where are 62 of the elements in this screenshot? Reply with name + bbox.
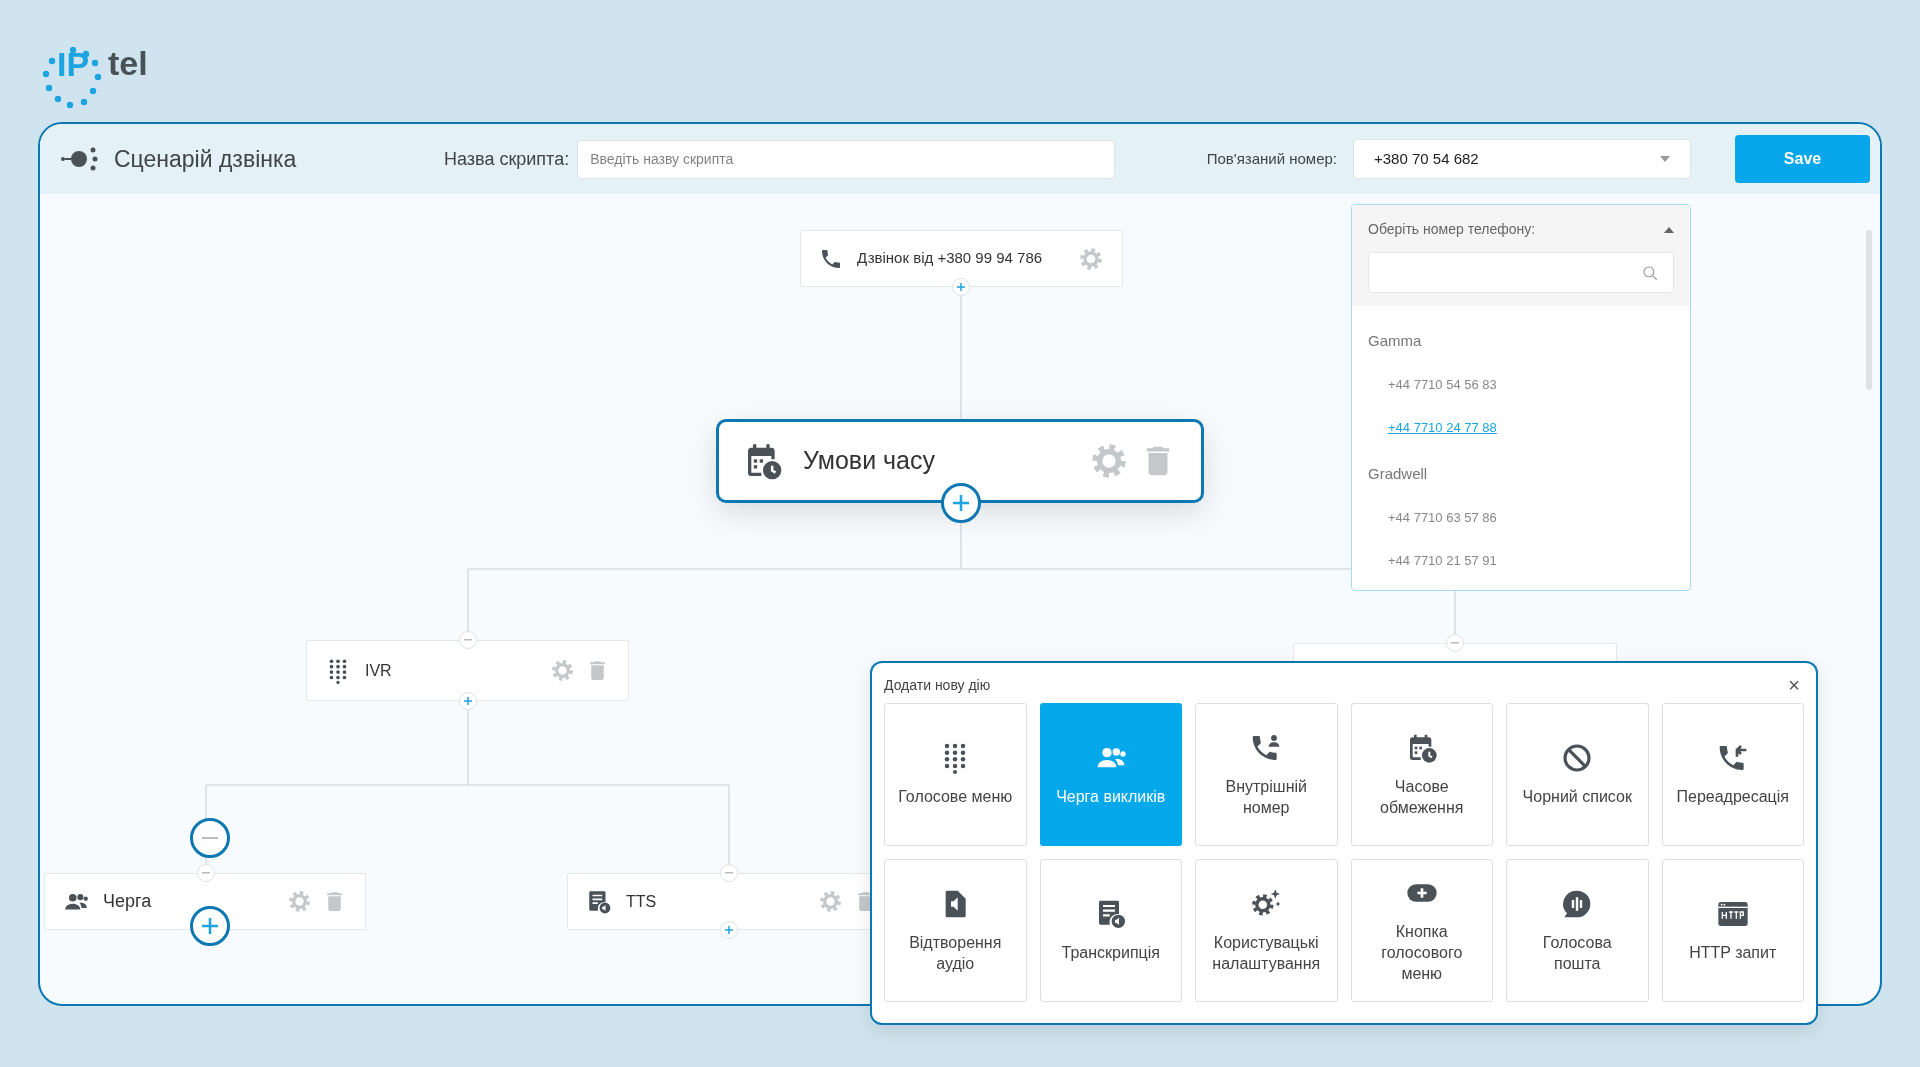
action-tile[interactable]: Кнопка голосового меню — [1350, 859, 1493, 1002]
action-tile[interactable]: Внутрішній номер — [1195, 703, 1338, 846]
panel-title: Додати нову дію — [884, 675, 991, 695]
action-tile[interactable]: Транскрипція — [1039, 859, 1182, 1002]
node-label: Черга — [103, 890, 153, 913]
group-label: Gamma — [1368, 331, 1423, 352]
phone-number-option[interactable]: +44 7710 54 56 83 — [1388, 374, 1497, 395]
minus-icon — [1451, 642, 1459, 644]
document-speaker-icon — [586, 888, 612, 915]
dropdown-title: Оберіть номер телефону: — [1368, 220, 1536, 239]
minus-icon — [725, 872, 733, 874]
node-label: Умови часу — [803, 445, 936, 477]
search-field[interactable] — [1368, 252, 1674, 293]
plus-icon — [464, 697, 472, 705]
action-tile[interactable]: Голосове меню — [884, 703, 1027, 846]
minus-icon — [464, 639, 472, 641]
phone-number-option[interactable]: +44 7710 21 57 91 — [1388, 550, 1497, 571]
action-tile[interactable]: Переадресація — [1661, 703, 1804, 846]
settings-icon[interactable] — [287, 889, 312, 914]
flow-node[interactable]: IVR — [306, 640, 629, 701]
flow-node[interactable]: Умови часу — [716, 419, 1204, 503]
number-select[interactable]: +380 70 54 682 — [1353, 139, 1691, 179]
dropdown-caret-icon — [1660, 156, 1670, 162]
flow-node[interactable]: Черга — [44, 873, 366, 930]
node-label: IVR — [365, 660, 393, 681]
plus-icon — [725, 926, 733, 934]
action-tile[interactable]: Користувацькі налаштування — [1195, 859, 1338, 1002]
close-button[interactable]: × — [1784, 675, 1804, 695]
script-name-field[interactable]: Введіть назву скрипта — [577, 139, 1116, 179]
plus-icon — [202, 918, 218, 934]
plus-icon — [957, 283, 965, 291]
search-icon — [1641, 263, 1659, 282]
logo-text: IP — [56, 46, 90, 81]
flow-node[interactable]: Дзвінок від +380 99 94 786 — [800, 230, 1123, 287]
settings-icon[interactable] — [1078, 245, 1104, 272]
add-step-button[interactable] — [190, 906, 230, 946]
page-title: Сценарій дзвінка — [114, 144, 298, 174]
collapse-button[interactable] — [190, 818, 230, 858]
collapse-caret-icon[interactable] — [1664, 226, 1674, 233]
plus-icon — [953, 495, 969, 511]
action-tile[interactable]: HTTP запит — [1661, 859, 1804, 1002]
logo-text: tel — [108, 43, 148, 84]
action-tile[interactable]: Часове обмеження — [1350, 703, 1493, 846]
action-tile[interactable]: Голосова пошта — [1506, 859, 1649, 1002]
field-label: Назва скрипта: — [444, 147, 570, 171]
block-icon — [1561, 742, 1594, 774]
minus-icon — [202, 872, 210, 874]
select-value: +380 70 54 682 — [1374, 148, 1479, 169]
add-step-button[interactable] — [941, 483, 981, 523]
node-label: TTS — [626, 891, 658, 912]
flow-icon — [60, 147, 100, 171]
node-label: Дзвінок від +380 99 94 786 — [857, 248, 1044, 269]
settings-icon[interactable] — [550, 658, 575, 683]
field-label: Пов'язаний номер: — [1206, 148, 1337, 169]
settings-icon[interactable] — [1089, 441, 1129, 481]
group-label: Gradwell — [1368, 464, 1429, 485]
action-tile[interactable]: Відтворення аудіо — [884, 859, 1027, 1002]
action-tile[interactable]: Чорний список — [1506, 703, 1649, 846]
scrollbar-thumb[interactable] — [1866, 230, 1872, 390]
settings-icon[interactable] — [818, 889, 843, 914]
phone-number-option[interactable]: +44 7710 63 57 86 — [1388, 507, 1497, 528]
minus-icon — [202, 836, 218, 840]
